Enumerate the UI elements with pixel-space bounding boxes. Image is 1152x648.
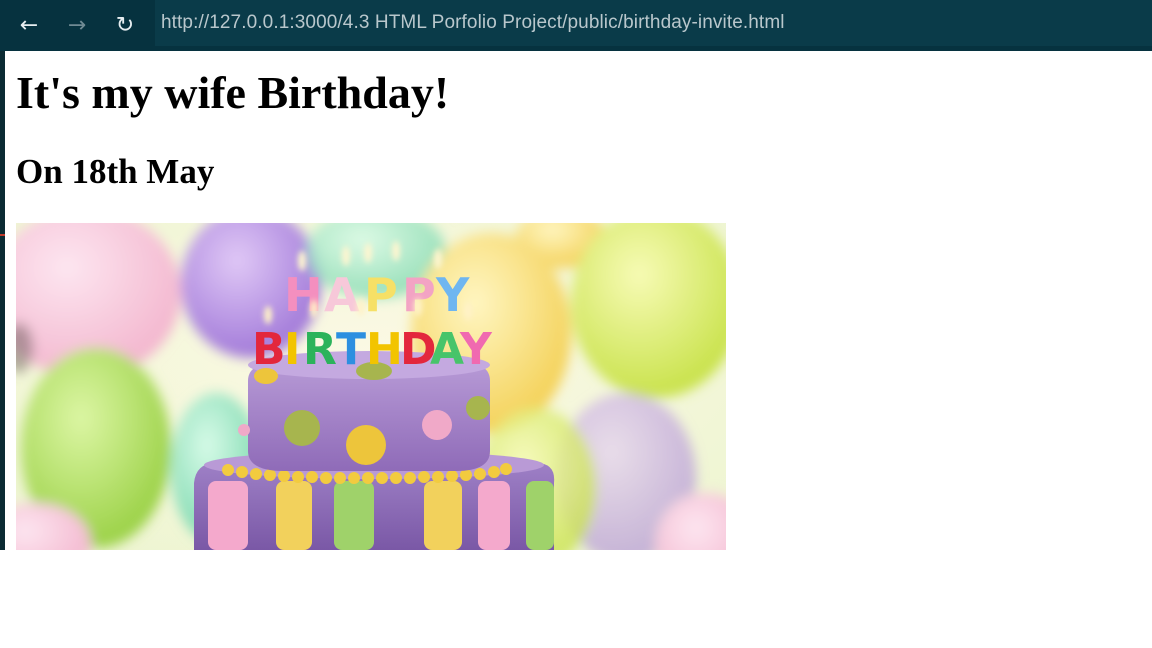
- svg-text:P: P: [364, 268, 398, 322]
- svg-text:T: T: [336, 324, 366, 375]
- svg-text:I: I: [284, 324, 300, 375]
- reload-icon: ↻: [115, 13, 135, 38]
- url-text: http://127.0.0.1:3000/4.3 HTML Porfolio …: [161, 12, 785, 33]
- page-subtitle: On 18th May: [16, 152, 215, 191]
- svg-text:A: A: [324, 268, 360, 322]
- page-content: It's my wife Birthday! On 18th May H A P…: [5, 51, 1152, 648]
- address-bar[interactable]: http://127.0.0.1:3000/4.3 HTML Porfolio …: [155, 0, 1152, 46]
- svg-text:B: B: [252, 324, 286, 375]
- svg-text:H: H: [366, 324, 403, 375]
- svg-text:A: A: [430, 324, 464, 375]
- page-title: It's my wife Birthday!: [16, 67, 450, 118]
- svg-text:R: R: [303, 324, 337, 375]
- browser-toolbar: ← → ↻ http://127.0.0.1:3000/4.3 HTML Por…: [0, 0, 1152, 51]
- arrow-left-icon: ←: [19, 13, 39, 38]
- birthday-candles: B I R T H D A Y: [252, 324, 493, 375]
- reload-button[interactable]: ↻: [101, 3, 149, 49]
- forward-button[interactable]: →: [53, 3, 101, 49]
- svg-text:Y: Y: [459, 324, 493, 375]
- back-button[interactable]: ←: [5, 3, 53, 49]
- arrow-right-icon: →: [67, 13, 87, 38]
- birthday-cake-image: H A P P Y B I R T H D A Y: [16, 223, 726, 550]
